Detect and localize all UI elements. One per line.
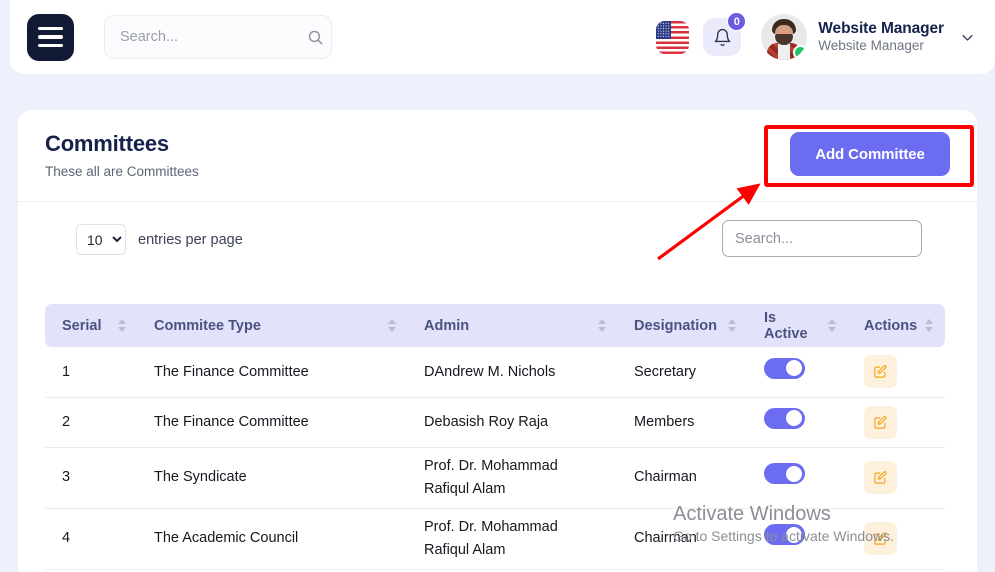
column-label: Actions <box>864 318 917 334</box>
column-header-serial[interactable]: Serial <box>45 304 140 347</box>
cell-designation: Chairman <box>620 447 750 508</box>
column-label: Admin <box>424 318 469 334</box>
sort-icon[interactable] <box>828 319 836 332</box>
cell-admin: Debasish Roy Raja <box>410 397 620 447</box>
sort-icon[interactable] <box>598 319 606 332</box>
edit-button[interactable] <box>864 522 897 555</box>
is-active-toggle[interactable] <box>764 408 805 429</box>
page-title: Committees <box>45 131 169 157</box>
card-header: Committees These all are Committees Add … <box>18 110 977 202</box>
cell-is-active <box>750 508 850 569</box>
online-status-indicator <box>793 45 807 60</box>
cell-commitee-type: The Syndicate <box>140 447 410 508</box>
edit-icon <box>873 531 888 546</box>
table-row: 1 The Finance Committee DAndrew M. Nicho… <box>45 347 945 397</box>
table-header: Serial Commitee Type Admin Designation <box>45 304 945 347</box>
us-flag-icon[interactable] <box>656 21 689 54</box>
table-controls: 10 entries per page <box>18 202 977 274</box>
cell-designation: Secretary <box>620 347 750 397</box>
avatar <box>761 14 807 60</box>
cell-is-active <box>750 397 850 447</box>
committees-table-wrapper: Serial Commitee Type Admin Designation <box>45 304 945 570</box>
table-row: 4 The Academic Council Prof. Dr. Mohamma… <box>45 508 945 569</box>
page-subtitle: These all are Committees <box>45 164 199 179</box>
cell-is-active <box>750 447 850 508</box>
cell-actions <box>850 508 945 569</box>
is-active-toggle[interactable] <box>764 524 805 545</box>
table-search-input[interactable] <box>735 231 909 247</box>
flag-canton <box>656 21 671 39</box>
table-row: 3 The Syndicate Prof. Dr. Mohammad Rafiq… <box>45 447 945 508</box>
table-search-box[interactable] <box>722 220 922 257</box>
cell-serial: 1 <box>45 347 140 397</box>
cell-commitee-type: The Academic Council <box>140 508 410 569</box>
column-label: Is Active <box>764 310 820 342</box>
entries-per-page-select[interactable]: 10 <box>76 224 126 255</box>
profile-text: Website Manager Website Manager <box>818 19 944 55</box>
sort-icon[interactable] <box>388 319 396 332</box>
cell-actions <box>850 397 945 447</box>
cell-commitee-type: The Finance Committee <box>140 347 410 397</box>
column-header-commitee-type[interactable]: Commitee Type <box>140 304 410 347</box>
topbar-right-cluster: 0 Website Manager Website Manager <box>656 14 995 60</box>
app-root: 0 Website Manager Website Manager <box>0 0 995 572</box>
is-active-toggle[interactable] <box>764 463 805 484</box>
notification-count-badge: 0 <box>727 12 746 31</box>
sort-icon[interactable] <box>925 319 933 332</box>
entries-per-page-label: entries per page <box>138 232 243 248</box>
hamburger-bar <box>38 27 63 31</box>
edit-button[interactable] <box>864 355 897 388</box>
profile-role: Website Manager <box>818 38 944 55</box>
global-search-input[interactable] <box>120 29 307 45</box>
hamburger-menu-icon[interactable] <box>27 14 74 61</box>
chevron-down-icon[interactable] <box>960 30 975 45</box>
profile-name: Website Manager <box>818 19 944 38</box>
top-navigation-bar: 0 Website Manager Website Manager <box>10 0 995 74</box>
global-search-box[interactable] <box>104 15 332 59</box>
column-header-designation[interactable]: Designation <box>620 304 750 347</box>
cell-admin: DAndrew M. Nichols <box>410 347 620 397</box>
column-label: Commitee Type <box>154 318 261 334</box>
cell-admin: Prof. Dr. Mohammad Rafiqul Alam <box>410 447 620 508</box>
table-header-row: Serial Commitee Type Admin Designation <box>45 304 945 347</box>
edit-icon <box>873 415 888 430</box>
table-row: 2 The Finance Committee Debasish Roy Raj… <box>45 397 945 447</box>
cell-designation: Members <box>620 397 750 447</box>
edit-button[interactable] <box>864 461 897 494</box>
search-icon <box>307 29 324 46</box>
hamburger-bar <box>38 35 63 39</box>
entries-per-page: 10 entries per page <box>76 224 243 255</box>
cell-serial: 3 <box>45 447 140 508</box>
column-label: Designation <box>634 318 717 334</box>
cell-actions <box>850 447 945 508</box>
cell-serial: 4 <box>45 508 140 569</box>
cell-is-active <box>750 347 850 397</box>
notifications[interactable]: 0 <box>703 18 741 56</box>
hamburger-bar <box>38 44 63 48</box>
cell-actions <box>850 347 945 397</box>
cell-designation: Chairman <box>620 508 750 569</box>
is-active-toggle[interactable] <box>764 358 805 379</box>
cell-serial: 2 <box>45 397 140 447</box>
cell-admin: Prof. Dr. Mohammad Rafiqul Alam <box>410 508 620 569</box>
edit-button[interactable] <box>864 406 897 439</box>
cell-commitee-type: The Finance Committee <box>140 397 410 447</box>
table-body: 1 The Finance Committee DAndrew M. Nicho… <box>45 347 945 569</box>
column-label: Serial <box>62 318 102 334</box>
sort-icon[interactable] <box>728 319 736 332</box>
bell-icon <box>713 28 732 47</box>
column-header-admin[interactable]: Admin <box>410 304 620 347</box>
user-profile-menu[interactable]: Website Manager Website Manager <box>761 14 975 60</box>
committees-table: Serial Commitee Type Admin Designation <box>45 304 945 570</box>
column-header-is-active[interactable]: Is Active <box>750 304 850 347</box>
sort-icon[interactable] <box>118 319 126 332</box>
column-header-actions[interactable]: Actions <box>850 304 945 347</box>
add-committee-button[interactable]: Add Committee <box>790 132 950 176</box>
edit-icon <box>873 364 888 379</box>
edit-icon <box>873 470 888 485</box>
avatar-shirt <box>778 43 790 60</box>
